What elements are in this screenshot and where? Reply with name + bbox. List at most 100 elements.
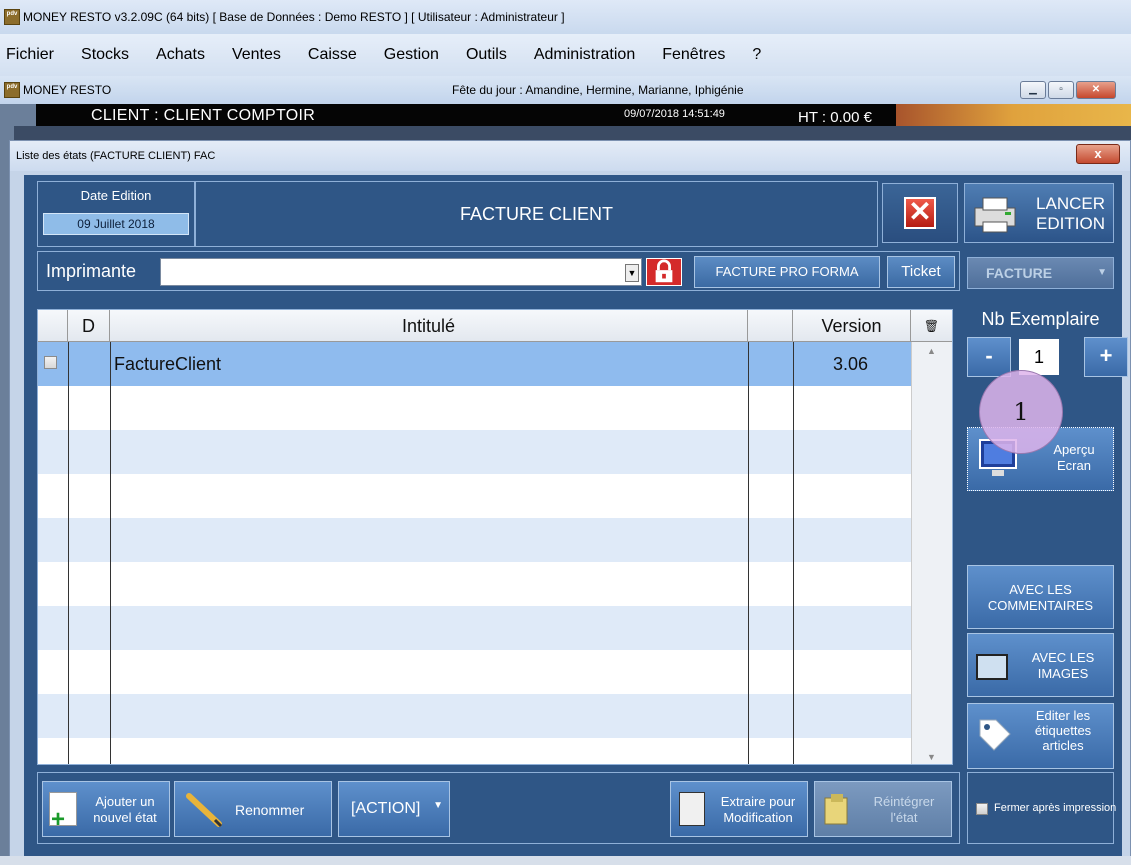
app-title: MONEY RESTO v3.2.09C (64 bits) [ Base de…	[23, 10, 565, 24]
dialog-body: Date Edition 09 Juillet 2018 FACTURE CLI…	[24, 175, 1128, 865]
date-edition-label: Date Edition	[80, 188, 152, 203]
increment-button[interactable]: +	[1084, 337, 1128, 377]
action-label: [ACTION]	[351, 800, 421, 817]
avec-images-label: AVEC LES IMAGES	[1031, 650, 1095, 681]
plus-icon: +	[51, 806, 66, 833]
imprimante-row: Imprimante ▼ FACTURE PRO FORMA Ticket	[37, 251, 960, 291]
chevron-down-icon: ▼	[433, 800, 443, 811]
facture-dropdown-label: FACTURE	[986, 265, 1053, 281]
fermer-label: Fermer après impression	[994, 802, 1117, 814]
menu-administration[interactable]: Administration	[534, 46, 635, 64]
fete-du-jour: Fête du jour : Amandine, Hermine, Marian…	[452, 83, 744, 97]
renommer-label: Renommer	[235, 802, 305, 818]
menu-help[interactable]: ?	[752, 46, 761, 64]
menu-outils[interactable]: Outils	[466, 46, 507, 64]
avec-commentaires-button[interactable]: AVEC LES COMMENTAIRES	[967, 565, 1114, 629]
trash-icon[interactable]: 🗑	[911, 310, 952, 342]
pencil-icon	[186, 793, 223, 828]
lancer-edition-button[interactable]: LANCER EDITION	[964, 183, 1114, 243]
table-row-empty	[38, 650, 911, 694]
client-datetime: 09/07/2018 14:51:49	[624, 108, 725, 120]
date-edition-field[interactable]: 09 Juillet 2018	[43, 213, 189, 235]
dropdown-arrow-icon[interactable]: ▼	[625, 264, 639, 282]
menu-bar: Fichier Stocks Achats Ventes Caisse Gest…	[0, 34, 1131, 76]
client-ht-total: HT : 0.00 €	[798, 109, 872, 126]
fermer-apres-impression[interactable]: Fermer après impression	[967, 772, 1117, 844]
etiquettes-button[interactable]: Editer les étiquettes articles	[967, 703, 1114, 769]
menu-fichier[interactable]: Fichier	[6, 46, 54, 64]
image-icon	[976, 654, 1008, 680]
header-title-box: FACTURE CLIENT	[195, 181, 878, 247]
scroll-down-icon[interactable]: ▼	[927, 752, 936, 762]
table-row-empty	[38, 386, 911, 430]
status-bar	[0, 856, 1131, 865]
header-checkbox	[38, 310, 68, 342]
row-version: 3.06	[833, 354, 869, 374]
vertical-scrollbar[interactable]: ▲ ▼	[911, 342, 952, 764]
header-d[interactable]: D	[68, 310, 110, 342]
avec-images-button[interactable]: AVEC LES IMAGES	[967, 633, 1114, 697]
close-icon[interactable]: ✕	[1076, 81, 1116, 99]
client-name: CLIENT : CLIENT COMPTOIR	[91, 107, 316, 124]
table-row[interactable]: FactureClient 3.06	[38, 342, 911, 386]
app-logo-icon: pdv	[4, 9, 20, 25]
mdi-title-bar: pdv MONEY RESTO Fête du jour : Amandine,…	[0, 76, 1131, 104]
step-badge: 1	[979, 370, 1063, 454]
lock-button[interactable]	[646, 258, 682, 286]
menu-caisse[interactable]: Caisse	[308, 46, 357, 64]
restore-icon[interactable]: ▫	[1048, 81, 1074, 99]
table-row-empty	[38, 474, 911, 518]
app-title-bar: pdv MONEY RESTO v3.2.09C (64 bits) [ Bas…	[0, 0, 1131, 34]
table-row-empty	[38, 430, 911, 474]
header-title: FACTURE CLIENT	[459, 204, 614, 224]
fermer-checkbox[interactable]	[976, 803, 988, 815]
menu-achats[interactable]: Achats	[156, 46, 205, 64]
header-version[interactable]: Version	[793, 310, 911, 342]
column-divider	[793, 342, 794, 764]
close-red-icon: ✕	[904, 197, 936, 229]
renommer-button[interactable]: Renommer	[174, 781, 332, 837]
ajouter-etat-button[interactable]: + Ajouter un nouvel état	[42, 781, 170, 837]
row-intitule: FactureClient	[114, 354, 222, 374]
action-dropdown-button[interactable]: [ACTION] ▼	[338, 781, 450, 837]
minimize-icon[interactable]: ▁	[1020, 81, 1046, 99]
header-intitule[interactable]: Intitulé	[110, 310, 748, 342]
mdi-logo-icon: pdv	[4, 82, 20, 98]
extraire-button[interactable]: Extraire pour Modification	[670, 781, 808, 837]
facture-dropdown[interactable]: FACTURE ▼	[967, 257, 1114, 289]
reintegrer-button[interactable]: Réintégrer l'état	[814, 781, 952, 837]
table-row-empty	[38, 694, 911, 738]
decrement-button[interactable]: -	[967, 337, 1011, 377]
facture-pro-forma-button[interactable]: FACTURE PRO FORMA	[694, 256, 880, 288]
imprimante-select[interactable]: ▼	[160, 258, 642, 286]
chevron-down-icon: ▼	[1097, 267, 1107, 278]
bottom-toolbar: + Ajouter un nouvel état Renommer [ACTIO…	[37, 772, 960, 844]
reintegrer-label: Réintégrer l'état	[873, 794, 935, 825]
spreadsheet-icon	[679, 792, 705, 826]
dialog-title: Liste des états (FACTURE CLIENT) FAC	[16, 150, 216, 162]
menu-ventes[interactable]: Ventes	[232, 46, 281, 64]
column-divider	[68, 342, 69, 764]
apercu-ecran-label: Aperçu Ecran	[1053, 442, 1095, 473]
extraire-label: Extraire pour Modification	[720, 794, 796, 825]
dialog-title-bar: Liste des états (FACTURE CLIENT) FAC x	[10, 141, 1130, 171]
header-blank	[748, 310, 793, 342]
etats-table: D Intitulé Version 🗑 FactureClient 3.06	[37, 309, 953, 765]
date-edition-box: Date Edition 09 Juillet 2018	[37, 181, 195, 247]
table-row-empty	[38, 562, 911, 606]
dialog-close-button[interactable]: x	[1076, 144, 1120, 164]
lancer-edition-label: LANCER EDITION	[1036, 194, 1105, 233]
menu-gestion[interactable]: Gestion	[384, 46, 439, 64]
nb-exemplaire-label: Nb Exemplaire	[981, 309, 1100, 329]
etiquettes-label: Editer les étiquettes articles	[1034, 708, 1092, 753]
mdi-title: MONEY RESTO	[23, 83, 112, 97]
table-row-empty	[38, 606, 911, 650]
ticket-button[interactable]: Ticket	[887, 256, 955, 288]
lock-icon	[655, 259, 673, 283]
scroll-up-icon[interactable]: ▲	[927, 346, 936, 356]
menu-stocks[interactable]: Stocks	[81, 46, 129, 64]
menu-fenetres[interactable]: Fenêtres	[662, 46, 725, 64]
ajouter-label: Ajouter un nouvel état	[93, 794, 157, 825]
cancel-button[interactable]: ✕	[882, 183, 958, 243]
row-checkbox[interactable]	[44, 356, 57, 369]
